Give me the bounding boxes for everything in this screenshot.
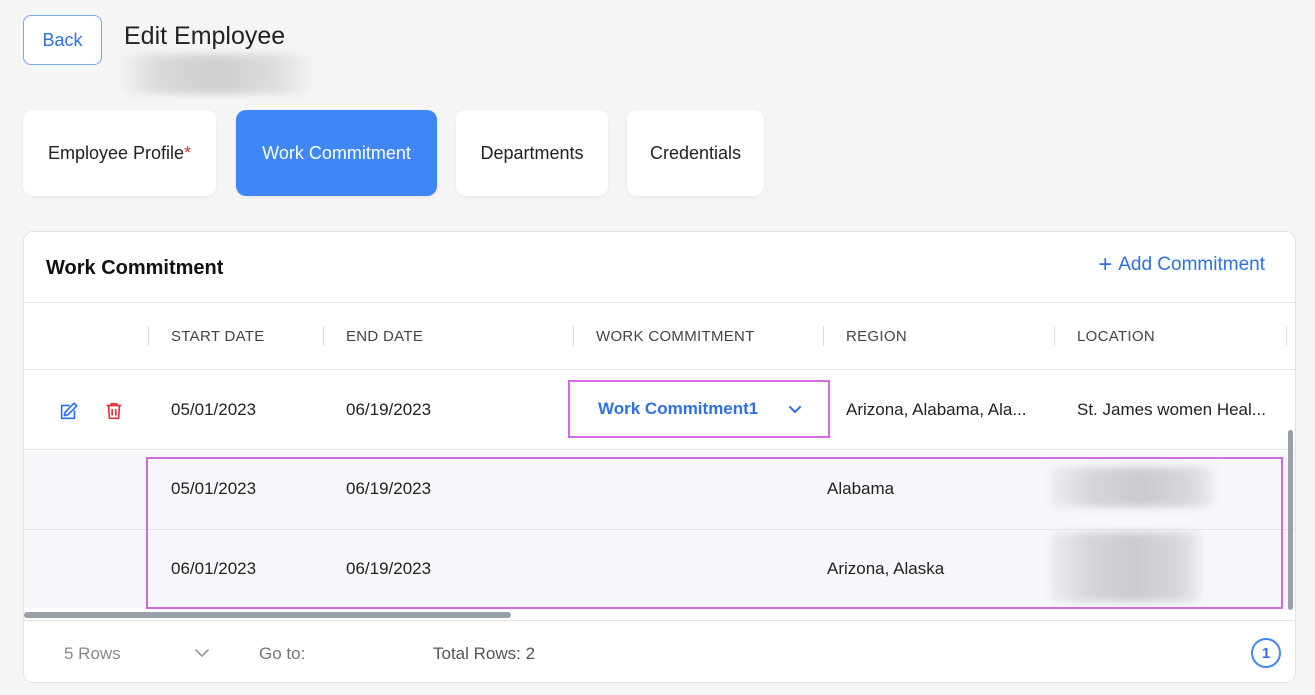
tab-label: Work Commitment [262, 142, 411, 163]
column-separator [1054, 326, 1055, 346]
table-header: START DATE END DATE WORK COMMITMENT REGI… [24, 303, 1295, 370]
start-date-cell: 05/01/2023 [171, 479, 257, 498]
start-date-cell: 05/01/2023 [171, 400, 257, 419]
column-header-work-commitment: WORK COMMITMENT [596, 328, 755, 345]
trash-icon[interactable] [103, 400, 125, 422]
column-separator [148, 326, 149, 346]
start-date-cell: 06/01/2023 [171, 559, 257, 578]
expanded-sub-rows: 05/01/2023 06/19/2023 Alabama 06/01/2023… [24, 451, 1295, 609]
column-header-end-date: END DATE [346, 328, 424, 345]
tab-label: Credentials [649, 142, 742, 163]
chevron-down-icon [789, 406, 801, 413]
redacted-location [1050, 467, 1215, 507]
column-separator [573, 326, 574, 346]
location-cell: St. James women Heal... [1077, 400, 1266, 419]
tab-employee-profile[interactable]: Employee Profile * [23, 110, 216, 196]
back-button[interactable]: Back [23, 15, 102, 65]
page-title: Edit Employee [124, 22, 286, 50]
column-separator [323, 326, 324, 346]
sub-row: 06/01/2023 06/19/2023 Arizona, Alaska [24, 530, 1295, 609]
card-header: Work Commitment + Add Commitment [24, 232, 1295, 303]
column-header-start-date: START DATE [171, 328, 265, 345]
work-commitment-card: Work Commitment + Add Commitment START D… [23, 231, 1296, 683]
chevron-down-icon[interactable] [194, 646, 210, 660]
pencil-square-icon[interactable] [58, 400, 80, 422]
region-cell: Arizona, Alaska [827, 559, 945, 578]
end-date-cell: 06/19/2023 [346, 479, 432, 498]
card-title: Work Commitment [46, 257, 224, 279]
redacted-employee-name [121, 54, 311, 94]
horizontal-scrollbar[interactable] [24, 612, 511, 618]
end-date-cell: 06/19/2023 [346, 559, 432, 578]
region-cell: Arizona, Alabama, Ala... [846, 400, 1027, 419]
plus-icon: + [1098, 251, 1113, 278]
column-separator [1286, 326, 1287, 346]
required-mark: * [184, 142, 192, 163]
vertical-scrollbar[interactable] [1288, 430, 1293, 610]
work-commitment-value: Work Commitment1 [598, 399, 759, 418]
end-date-cell: 06/19/2023 [346, 400, 432, 419]
column-header-location: LOCATION [1077, 328, 1155, 345]
tab-label: Employee Profile [47, 142, 185, 163]
goto-label: Go to: [259, 644, 306, 663]
rows-per-page-select[interactable]: 5 Rows [64, 644, 121, 664]
sub-row: 05/01/2023 06/19/2023 Alabama [24, 451, 1295, 530]
add-commitment-label: Add Commitment [1118, 254, 1265, 275]
tab-label: Departments [480, 142, 584, 163]
column-header-region: REGION [846, 328, 907, 345]
redacted-location [1050, 532, 1202, 602]
region-cell: Alabama [827, 479, 895, 498]
table-footer: 5 Rows Go to: Total Rows: 2 1 [24, 620, 1295, 682]
column-separator [823, 326, 824, 346]
tab-departments[interactable]: Departments [456, 110, 608, 196]
work-commitment-dropdown[interactable]: Work Commitment1 [568, 380, 830, 438]
total-rows: Total Rows: 2 [433, 644, 536, 663]
table-row: 05/01/2023 06/19/2023 Work Commitment1 A… [24, 370, 1295, 450]
tab-work-commitment[interactable]: Work Commitment [236, 110, 437, 196]
add-commitment-button[interactable]: + Add Commitment [1098, 251, 1265, 278]
page-1-button[interactable]: 1 [1251, 638, 1281, 668]
tab-credentials[interactable]: Credentials [627, 110, 764, 196]
